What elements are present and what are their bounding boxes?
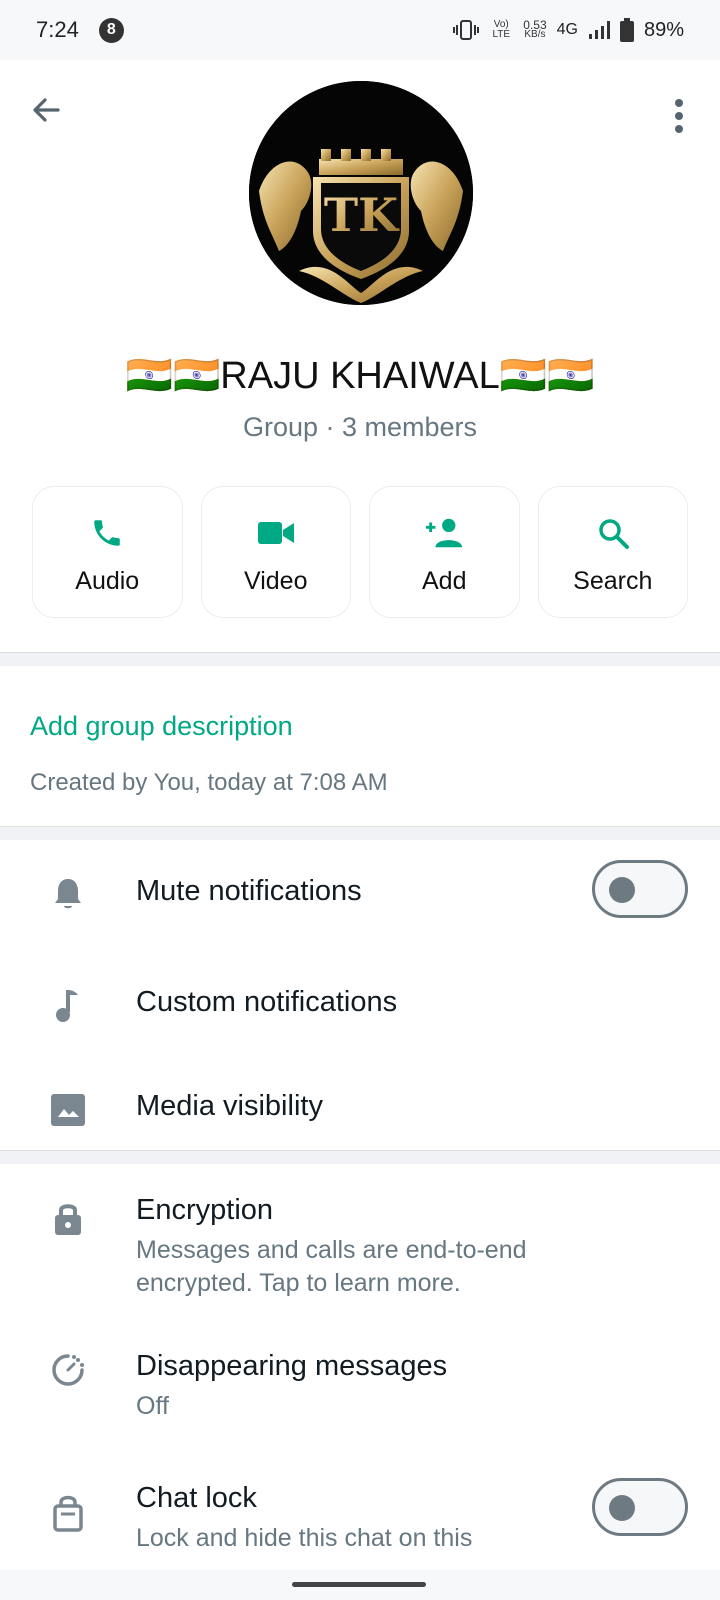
created-info: Created by You, today at 7:08 AM — [30, 769, 388, 796]
search-button[interactable]: Search — [537, 486, 688, 618]
status-bar: 7:24 8 Vo) LTE 0.53 KB/s 4G 89% — [0, 0, 720, 60]
video-call-button[interactable]: Video — [200, 486, 351, 618]
notification-count-badge: 8 — [98, 17, 124, 43]
battery-percent: 89% — [643, 18, 684, 41]
more-vert-icon — [675, 99, 683, 133]
section-divider — [0, 652, 720, 666]
group-member-count: Group · 3 members — [242, 412, 478, 442]
group-profile-header: TK 🇮🇳🇮🇳RAJU KHAIWAL🇮🇳🇮🇳 Group · 3 member… — [0, 60, 720, 652]
system-navigation-bar — [0, 1570, 720, 1600]
disappearing-messages-label: Disappearing messages — [136, 1350, 448, 1382]
quick-actions: Audio Video Add Search — [32, 486, 688, 618]
image-icon — [48, 1090, 88, 1130]
section-divider — [0, 826, 720, 840]
back-button[interactable] — [26, 90, 66, 130]
more-options-button[interactable] — [662, 96, 696, 136]
volte-indicator: Vo) LTE — [492, 19, 511, 40]
mute-notifications-toggle[interactable] — [592, 860, 688, 918]
privacy-settings: Encryption Messages and calls are end-to… — [0, 1164, 720, 1570]
media-visibility-label: Media visibility — [136, 1090, 323, 1122]
timer-icon — [48, 1350, 88, 1390]
encryption-label: Encryption — [136, 1194, 274, 1226]
mute-notifications-row[interactable]: Mute notifications — [0, 840, 720, 950]
chat-lock-icon — [48, 1492, 88, 1532]
custom-notifications-label: Custom notifications — [136, 986, 398, 1018]
phone-icon — [87, 513, 127, 553]
network-type: 4G — [556, 21, 578, 38]
mute-notifications-label: Mute notifications — [136, 875, 362, 907]
chat-lock-label: Chat lock — [136, 1482, 257, 1514]
audio-label: Audio — [75, 567, 140, 595]
status-icons: Vo) LTE 0.53 KB/s 4G 89% — [453, 18, 684, 42]
video-icon — [256, 513, 296, 553]
bell-icon — [48, 874, 88, 914]
battery-icon — [619, 18, 634, 42]
chat-lock-toggle[interactable] — [592, 1478, 688, 1536]
network-speed: 0.53 KB/s — [523, 18, 547, 40]
encryption-row[interactable]: Encryption Messages and calls are end-to… — [0, 1164, 720, 1314]
section-divider — [0, 1150, 720, 1164]
lock-icon — [48, 1198, 88, 1238]
add-group-description-link[interactable]: Add group description — [30, 711, 293, 742]
signal-icon — [588, 21, 610, 39]
crest-logo: TK — [249, 81, 473, 305]
search-label: Search — [573, 567, 653, 595]
audio-call-button[interactable]: Audio — [32, 486, 183, 618]
svg-text:TK: TK — [324, 188, 400, 242]
add-label: Add — [422, 567, 467, 595]
disappearing-messages-row[interactable]: Disappearing messages Off — [0, 1314, 720, 1444]
search-icon — [593, 513, 633, 553]
add-participant-button[interactable]: Add — [369, 486, 520, 618]
encryption-description: Messages and calls are end-to-end encryp… — [136, 1236, 527, 1297]
video-label: Video — [244, 567, 308, 595]
status-time: 7:24 — [36, 17, 79, 42]
notification-settings: Mute notifications Custom notifications … — [0, 840, 720, 1176]
disappearing-messages-status: Off — [136, 1392, 169, 1420]
add-person-icon — [424, 513, 464, 553]
group-name: 🇮🇳🇮🇳RAJU KHAIWAL🇮🇳🇮🇳 — [125, 355, 595, 397]
toggle-knob — [609, 877, 635, 903]
custom-notifications-row[interactable]: Custom notifications — [0, 950, 720, 1060]
arrow-left-icon — [33, 98, 60, 122]
group-avatar[interactable]: TK — [249, 81, 473, 305]
home-gesture-handle[interactable] — [292, 1582, 426, 1587]
chat-lock-description: Lock and hide this chat on this — [136, 1524, 473, 1552]
toggle-knob — [609, 1495, 635, 1521]
chat-lock-row[interactable]: Chat lock Lock and hide this chat on thi… — [0, 1444, 720, 1570]
group-description-section: Add group description Created by You, to… — [0, 666, 720, 826]
music-note-icon — [48, 986, 88, 1026]
vibrate-icon — [453, 20, 480, 40]
